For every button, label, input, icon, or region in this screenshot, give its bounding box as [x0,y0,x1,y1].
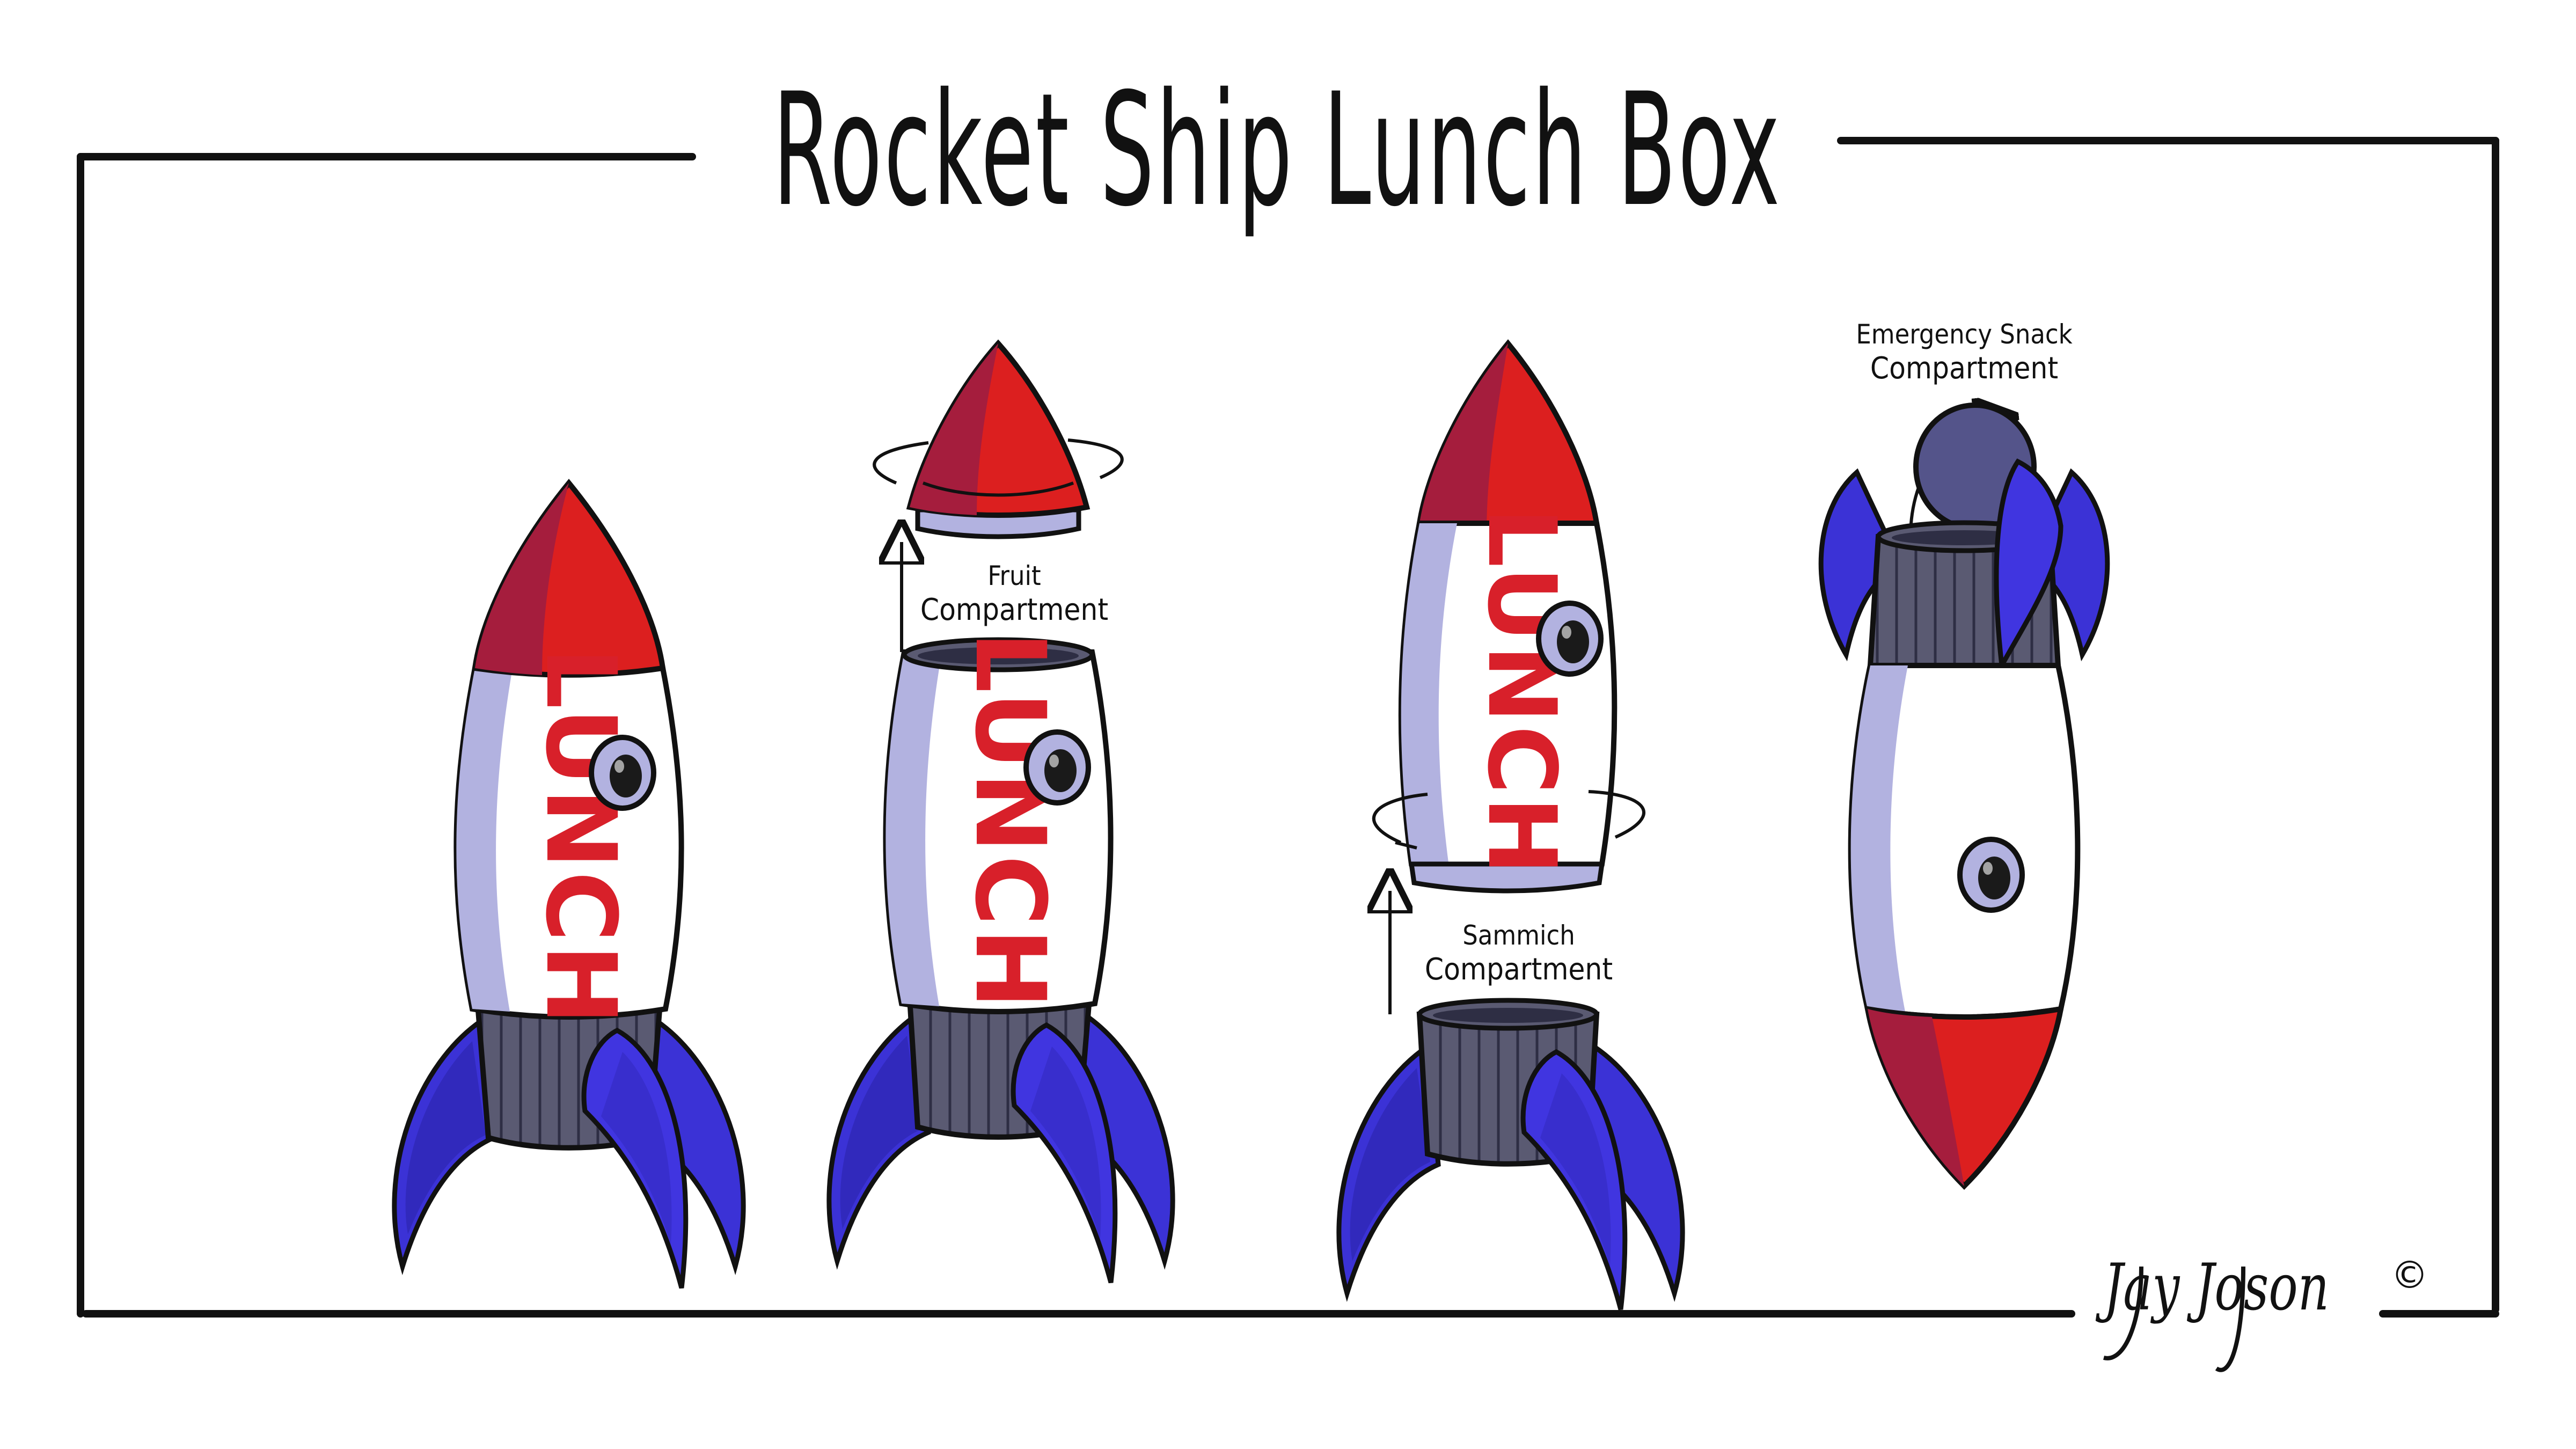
porthole-icon [591,737,654,808]
snack-label-line1: Emergency Snack [1856,319,2072,350]
porthole-icon [1539,603,1601,674]
rocket-sammich-open: LUNCH Sammich Compartment [1339,339,1682,1309]
signature: Jay Joson © [2095,1250,2428,1372]
rocket-fruit-open: Fruit Compartment LUNCH [829,339,1173,1283]
page-title: Rocket Ship Lunch Box [773,60,1782,241]
signature-text: Jay Joson [2095,1250,2329,1325]
rocket-lunch-label: LUNCH [524,647,636,1027]
fruit-label-line2: Compartment [920,592,1108,627]
fruit-label-line1: Fruit [987,560,1041,591]
copyright-symbol: © [2391,1253,2428,1297]
porthole-icon [1026,732,1088,803]
rocket-lunch-label: LUNCH [1467,508,1576,877]
rocket-lunchbox-illustration: Rocket Ship Lunch Box LUNCH Fruit Compar… [77,60,2499,1372]
rocket-lunch-label: LUNCH [954,631,1066,1011]
snack-label-line2: Compartment [1870,351,2058,386]
sammich-label-line1: Sammich [1462,920,1575,951]
rocket-snack-open: Emergency Snack Compartment LUNCH [1818,319,2110,1190]
porthole-icon [1960,839,2022,910]
detached-nose [873,339,1124,539]
rocket-assembled: LUNCH [394,479,743,1288]
sammich-label-line2: Compartment [1425,952,1613,987]
